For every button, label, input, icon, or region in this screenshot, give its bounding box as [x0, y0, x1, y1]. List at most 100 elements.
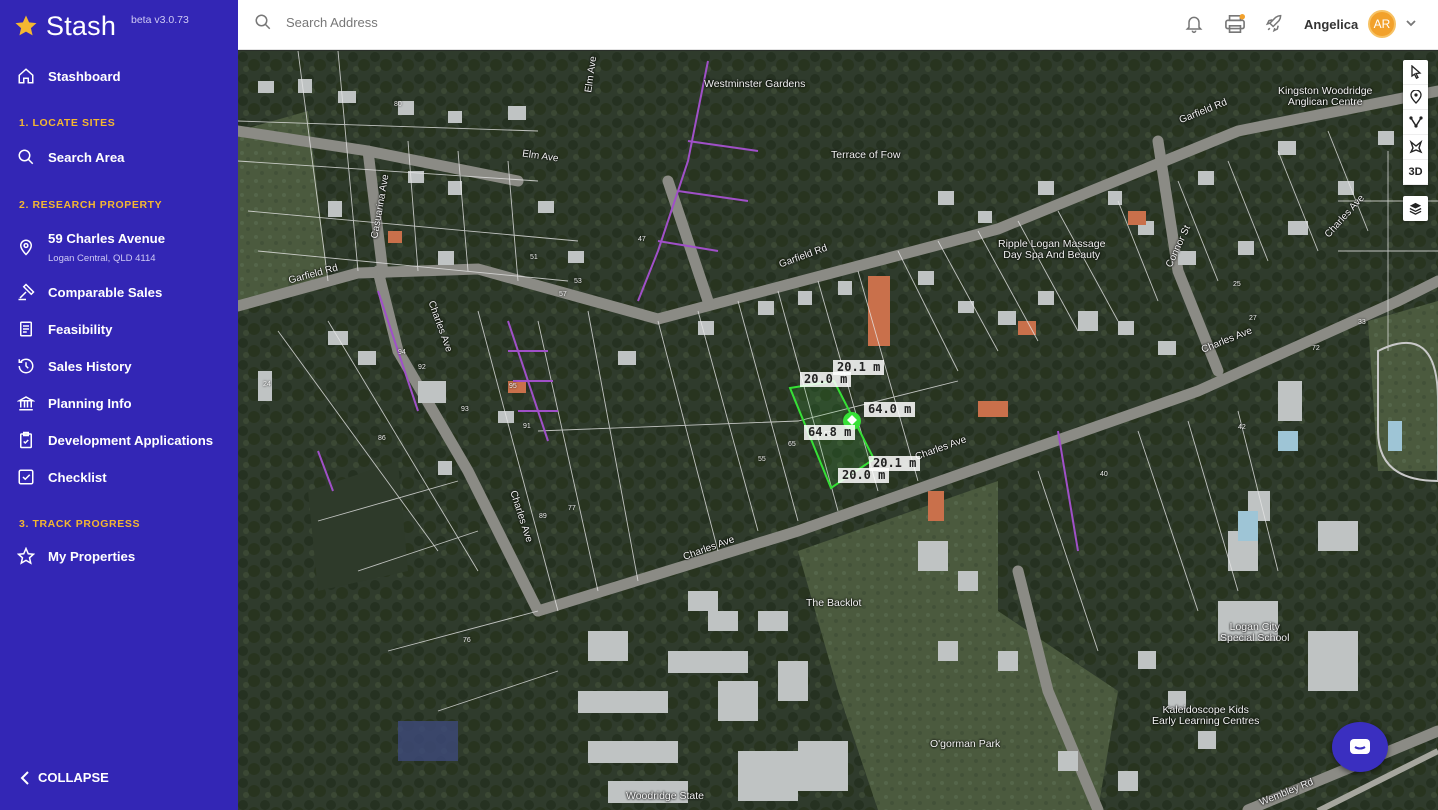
- nav-checklist-label: Checklist: [48, 469, 107, 485]
- lot-number: 93: [461, 406, 469, 413]
- nav-sales-history-label: Sales History: [48, 358, 132, 374]
- lot-number: 25: [1233, 281, 1241, 288]
- star-outline-icon: [16, 546, 36, 566]
- nav-sales-history[interactable]: Sales History: [0, 349, 238, 383]
- chat-icon: [1350, 739, 1370, 754]
- property-subtitle: Logan Central, QLD 4114: [48, 253, 156, 264]
- feasibility-icon: [16, 319, 36, 339]
- nav-comparable-label: Comparable Sales: [48, 284, 163, 300]
- lot-number: 72: [1312, 345, 1320, 352]
- lot-number: 33: [1358, 319, 1366, 326]
- poi-label: Logan City Special School: [1220, 621, 1290, 644]
- layers-button[interactable]: [1403, 196, 1428, 221]
- poi-label: Westminster Gardens: [704, 78, 806, 90]
- printer-icon: [1225, 14, 1245, 33]
- user-menu-toggle[interactable]: [1405, 16, 1417, 34]
- nav-stashboard-label: Stashboard: [48, 68, 121, 84]
- lot-number: 27: [1249, 315, 1257, 322]
- measurement-label: 20.0 m: [800, 372, 852, 387]
- section-locate-sites: 1. LOCATE SITES: [19, 117, 116, 129]
- lot-number: 89: [539, 513, 547, 520]
- checkbox-icon: [16, 467, 36, 487]
- home-icon: [16, 66, 36, 86]
- nav-planning-label: Planning Info: [48, 395, 132, 411]
- lot-number: 42: [1238, 424, 1246, 431]
- lot-number: 77: [568, 505, 576, 512]
- comparable-icon: [16, 282, 36, 302]
- user-name[interactable]: Angelica: [1304, 17, 1358, 32]
- measurement-label: 64.0 m: [864, 402, 916, 417]
- lot-number: 47: [638, 236, 646, 243]
- lot-number: 94: [398, 349, 406, 356]
- cursor-icon: [1410, 65, 1422, 79]
- poi-label: Kaleidoscope Kids Early Learning Centres: [1152, 704, 1260, 727]
- select-tool[interactable]: [1403, 60, 1428, 85]
- location-pin-icon: [16, 237, 36, 257]
- nav-property[interactable]: 59 Charles Avenue Logan Central, QLD 411…: [0, 228, 238, 266]
- lot-number: 86: [378, 435, 386, 442]
- brand-version: beta v3.0.73: [131, 14, 189, 26]
- lot-number: 76: [463, 637, 471, 644]
- lot-number: 53: [574, 278, 582, 285]
- bell-icon: [1185, 16, 1203, 34]
- lot-number: 91: [523, 423, 531, 430]
- nav-my-properties-label: My Properties: [48, 548, 136, 564]
- poi-label: Ripple Logan Massage Day Spa And Beauty: [998, 238, 1106, 261]
- nav-checklist[interactable]: Checklist: [0, 460, 238, 494]
- launch-button[interactable]: [1264, 14, 1284, 39]
- print-button[interactable]: [1224, 14, 1246, 39]
- measure-area-tool[interactable]: [1403, 135, 1428, 160]
- nav-planning-info[interactable]: Planning Info: [0, 386, 238, 420]
- satellite-map[interactable]: 57 53 55 65 63 86 89 77 72 24 94 93 95 9…: [238, 51, 1438, 810]
- notifications-button[interactable]: [1184, 14, 1204, 39]
- polyline-icon: [1408, 116, 1423, 128]
- poi-label: O'gorman Park: [930, 738, 1001, 750]
- poi-label: Terrace of Fow: [831, 149, 901, 161]
- nav-search-area[interactable]: Search Area: [0, 140, 238, 174]
- pin-icon: [1409, 90, 1422, 104]
- poi-label: Kingston Woodridge Anglican Centre: [1278, 85, 1373, 108]
- nav-stashboard[interactable]: Stashboard: [0, 59, 238, 93]
- address-search-input[interactable]: [286, 14, 686, 30]
- layers-icon: [1409, 202, 1422, 215]
- nav-development-applications[interactable]: Development Applications: [0, 423, 238, 457]
- marker-tool[interactable]: [1403, 85, 1428, 110]
- brand-name: Stash: [46, 10, 117, 41]
- collapse-button[interactable]: COLLAPSE: [20, 770, 109, 785]
- chevron-left-icon: [20, 770, 29, 785]
- measure-line-tool[interactable]: [1403, 110, 1428, 135]
- rocket-icon: [1265, 14, 1282, 33]
- lot-number: 80: [394, 101, 402, 108]
- brand[interactable]: Stash beta v3.0.73: [14, 10, 189, 42]
- star-logo-icon: [15, 15, 37, 36]
- poi-label: The Backlot: [806, 597, 862, 609]
- history-icon: [16, 356, 36, 376]
- bank-icon: [16, 393, 36, 413]
- lot-number: 92: [418, 364, 426, 371]
- section-track-progress: 3. TRACK PROGRESS: [19, 518, 141, 530]
- nav-feasibility-label: Feasibility: [48, 321, 113, 337]
- search-icon: [255, 14, 271, 30]
- lot-number: 55: [758, 456, 766, 463]
- map-toolbar: 3D: [1403, 60, 1428, 185]
- lot-number: 95: [509, 383, 517, 390]
- search-bar: [254, 13, 686, 31]
- sidebar: Stash beta v3.0.73 Stashboard 1. LOCATE …: [0, 0, 238, 810]
- property-title: 59 Charles Avenue: [48, 231, 166, 246]
- poi-label: Woodridge State: [626, 790, 705, 802]
- avatar[interactable]: AR: [1368, 10, 1396, 38]
- top-bar: Angelica AR: [238, 0, 1438, 50]
- measurement-label: 64.8 m: [804, 425, 856, 440]
- nav-my-properties[interactable]: My Properties: [0, 539, 238, 573]
- lot-number: 65: [788, 441, 796, 448]
- toggle-3d-button[interactable]: 3D: [1403, 160, 1428, 185]
- nav-feasibility[interactable]: Feasibility: [0, 312, 238, 346]
- chat-button[interactable]: [1332, 722, 1388, 772]
- chevron-down-icon: [1406, 20, 1416, 27]
- nav-comparable-sales[interactable]: Comparable Sales: [0, 275, 238, 309]
- polygon-icon: [1409, 140, 1422, 154]
- lot-number: 24: [263, 381, 271, 388]
- clipboard-icon: [16, 430, 36, 450]
- nav-dev-apps-label: Development Applications: [48, 432, 214, 448]
- lot-number: 57: [559, 291, 567, 298]
